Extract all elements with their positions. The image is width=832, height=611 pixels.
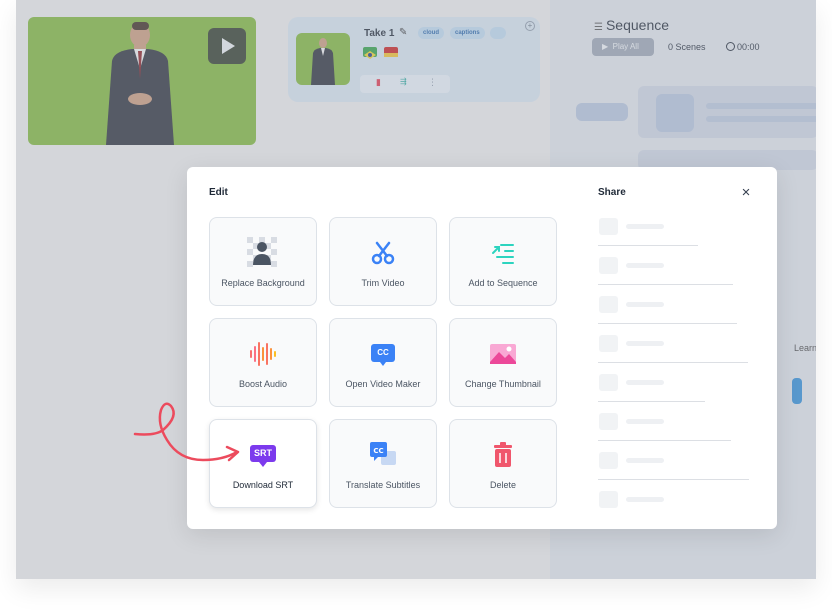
add-to-sequence-label: Add to Sequence <box>468 278 538 288</box>
delete-label: Delete <box>489 480 516 490</box>
divider <box>598 479 749 480</box>
share-option-placeholder[interactable] <box>598 491 748 530</box>
share-option-placeholder[interactable] <box>598 374 748 413</box>
add-to-sequence-icon <box>492 244 514 264</box>
change-thumbnail-label: Change Thumbnail <box>465 379 541 389</box>
scissors-icon <box>371 241 395 265</box>
boost-audio-label: Boost Audio <box>238 379 288 389</box>
replace-background-button[interactable]: Replace Background <box>209 217 317 306</box>
audio-wave-icon <box>250 342 276 366</box>
share-option-placeholder[interactable] <box>598 257 748 296</box>
boost-audio-button[interactable]: Boost Audio <box>209 318 317 407</box>
image-icon <box>490 344 516 364</box>
replace-background-label: Replace Background <box>221 278 305 288</box>
cc-badge-text: CC <box>377 348 389 357</box>
share-option-icon <box>599 413 618 430</box>
share-option-icon <box>599 218 618 235</box>
trim-video-button[interactable]: Trim Video <box>329 217 437 306</box>
close-icon[interactable]: × <box>739 185 753 200</box>
share-option-text-placeholder <box>626 458 664 463</box>
annotation-arrow-icon <box>133 402 240 462</box>
share-option-placeholder[interactable] <box>598 452 749 491</box>
share-option-text-placeholder <box>626 497 664 502</box>
translate-subtitles-button[interactable]: CC Translate Subtitles <box>329 419 437 508</box>
share-option-text-placeholder <box>626 380 664 385</box>
translate-icon: CC <box>370 442 396 465</box>
srt-badge-text: SRT <box>254 448 272 458</box>
edit-share-modal: Edit Share × Replace Background Trim Vid… <box>187 167 777 529</box>
share-option-placeholder[interactable] <box>598 335 748 374</box>
add-to-sequence-button[interactable]: Add to Sequence <box>449 217 557 306</box>
edit-section-title: Edit <box>209 187 228 198</box>
share-option-icon <box>599 296 618 313</box>
open-video-maker-button[interactable]: CC Open Video Maker <box>329 318 437 407</box>
open-video-maker-label: Open Video Maker <box>345 379 421 389</box>
share-option-text-placeholder <box>626 341 664 346</box>
share-option-icon <box>599 374 618 391</box>
share-option-icon <box>599 452 618 469</box>
divider <box>598 401 705 402</box>
replace-background-icon <box>247 237 277 267</box>
trim-video-label: Trim Video <box>361 278 405 288</box>
share-option-icon <box>599 335 618 352</box>
svg-text:CC: CC <box>373 447 383 455</box>
share-option-text-placeholder <box>626 263 664 268</box>
share-option-placeholder[interactable] <box>598 296 748 335</box>
share-option-icon <box>599 491 618 508</box>
share-option-icon <box>599 257 618 274</box>
share-option-text-placeholder <box>626 302 664 307</box>
change-thumbnail-button[interactable]: Change Thumbnail <box>449 318 557 407</box>
share-section-title: Share <box>598 187 626 198</box>
divider <box>598 323 737 324</box>
download-srt-label: Download SRT <box>232 480 294 490</box>
divider <box>598 245 698 246</box>
trash-icon <box>494 442 512 467</box>
share-option-text-placeholder <box>626 419 664 424</box>
translate-subtitles-label: Translate Subtitles <box>345 480 421 490</box>
divider <box>598 284 733 285</box>
share-option-text-placeholder <box>626 224 664 229</box>
divider <box>598 440 731 441</box>
share-option-placeholder[interactable] <box>598 413 748 452</box>
share-option-placeholder[interactable] <box>598 218 748 257</box>
divider <box>598 362 748 363</box>
delete-button[interactable]: Delete <box>449 419 557 508</box>
